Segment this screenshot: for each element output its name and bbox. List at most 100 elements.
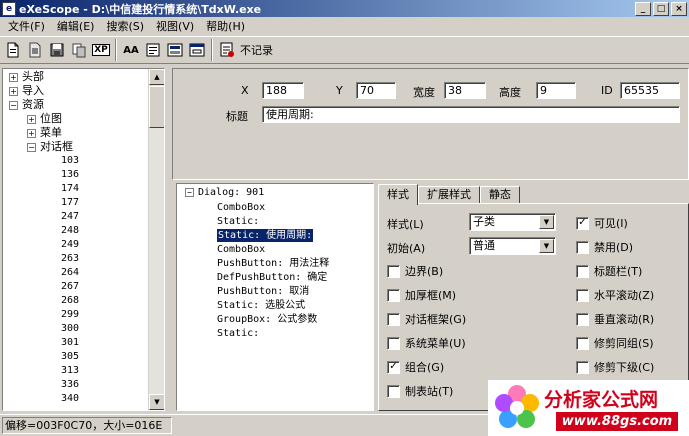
expand-icon[interactable]: + — [9, 86, 18, 96]
style-checkbox[interactable]: 加厚框(M) — [387, 287, 456, 303]
expand-icon[interactable]: + — [27, 114, 36, 124]
menu-file[interactable]: 文件(F) — [2, 18, 51, 34]
tree-leaf-dialog[interactable]: 247 — [61, 210, 79, 224]
tree-leaf-dialog[interactable]: 305 — [61, 350, 79, 364]
checkbox-box[interactable] — [576, 312, 589, 326]
tree-leaf-dialog[interactable]: 336 — [61, 378, 79, 392]
checkbox-box[interactable] — [387, 336, 400, 350]
chevron-down-icon[interactable]: ▼ — [539, 215, 554, 229]
dialog-control-item[interactable]: ComboBox — [217, 201, 265, 214]
style-checkbox[interactable]: 系统菜单(U) — [387, 335, 466, 351]
menu-edit[interactable]: 编辑(E) — [51, 18, 101, 34]
minimize-button[interactable]: _ — [635, 1, 651, 16]
tree-leaf-dialog[interactable]: 103 — [61, 154, 79, 168]
close-button[interactable]: × — [671, 1, 687, 16]
tree-leaf-dialog[interactable]: 136 — [61, 168, 79, 182]
record-toggle-label[interactable]: 不记录 — [240, 42, 273, 58]
id-field[interactable]: 65535 — [620, 82, 680, 99]
x-field[interactable]: 188 — [262, 82, 304, 99]
record-icon[interactable] — [216, 39, 238, 61]
tree-node-menus[interactable]: + 菜单 — [27, 126, 62, 140]
style-checkbox[interactable]: 制表站(T) — [387, 383, 453, 399]
tree-leaf-dialog[interactable]: 300 — [61, 322, 79, 336]
dialog-control-item[interactable]: Static: 选股公式 — [217, 299, 305, 312]
scroll-thumb[interactable] — [149, 86, 164, 128]
style-checkbox[interactable]: ✓ 可见(I) — [576, 215, 628, 231]
scroll-down-button[interactable]: ▼ — [149, 394, 164, 410]
resource-tree[interactable]: + 头部 + 导入 − 资源 + 位图 + 菜单 − 对话框 103 136 174 177 247… — [2, 68, 165, 411]
dialog-control-item[interactable]: ComboBox — [217, 243, 265, 256]
tab-ext-style[interactable]: 扩展样式 — [418, 186, 480, 204]
checkbox-box[interactable] — [576, 240, 589, 254]
dialog-icon[interactable] — [186, 39, 208, 61]
title-field[interactable]: 使用周期: — [262, 106, 680, 123]
dialog-control-item[interactable]: Static: 使用周期: — [215, 228, 315, 243]
tree-node-bitmaps[interactable]: + 位图 — [27, 112, 62, 126]
style-checkbox[interactable]: 垂直滚动(R) — [576, 311, 654, 327]
tab-static[interactable]: 静态 — [480, 186, 520, 204]
style-checkbox[interactable]: 水平滚动(Z) — [576, 287, 654, 303]
checkbox-box[interactable] — [576, 288, 589, 302]
tree-leaf-dialog[interactable]: 263 — [61, 252, 79, 266]
dialog-control-item[interactable]: GroupBox: 公式参数 — [217, 313, 317, 326]
tree-leaf-dialog[interactable]: 313 — [61, 364, 79, 378]
tree-node-imports[interactable]: + 导入 — [9, 84, 44, 98]
collapse-icon[interactable]: − — [27, 142, 36, 152]
checkbox-box[interactable] — [576, 264, 589, 278]
collapse-icon[interactable]: − — [9, 100, 18, 110]
tree-leaf-dialog[interactable]: 299 — [61, 308, 79, 322]
menu-search[interactable]: 搜索(S) — [100, 18, 150, 34]
chevron-down-icon[interactable]: ▼ — [539, 239, 554, 253]
tree-leaf-dialog[interactable]: 174 — [61, 182, 79, 196]
style-checkbox[interactable]: 对话框架(G) — [387, 311, 466, 327]
xp-icon[interactable]: XP — [90, 39, 112, 61]
title-bar[interactable]: e eXeScope - D:\中信建投行情系统\TdxW.exe _ □ × — [0, 0, 689, 17]
init-select[interactable]: 普通 ▼ — [469, 237, 556, 255]
checkbox-box[interactable] — [387, 312, 400, 326]
expand-icon[interactable]: + — [27, 128, 36, 138]
dialog-control-item[interactable]: PushButton: 取消 — [217, 285, 309, 298]
checkbox-box[interactable] — [387, 264, 400, 278]
maximize-button[interactable]: □ — [653, 1, 669, 16]
dialog-control-tree[interactable]: − Dialog: 901 ComboBox Static: Static: 使用周期… — [176, 183, 374, 411]
image-icon[interactable] — [164, 39, 186, 61]
tree-leaf-dialog[interactable]: 248 — [61, 224, 79, 238]
tree-node-resources[interactable]: − 资源 — [9, 98, 44, 112]
width-field[interactable]: 38 — [444, 82, 486, 99]
style-checkbox[interactable]: 边界(B) — [387, 263, 443, 279]
checkbox-box[interactable] — [387, 384, 400, 398]
tree-leaf-dialog[interactable]: 249 — [61, 238, 79, 252]
dialog-control-item[interactable]: PushButton: 用法注释 — [217, 257, 329, 270]
style-checkbox[interactable]: 禁用(D) — [576, 239, 633, 255]
tree-node-header[interactable]: + 头部 — [9, 70, 44, 84]
dialog-root-node[interactable]: − Dialog: 901 — [185, 186, 264, 199]
checkbox-box[interactable] — [576, 360, 589, 374]
copy-icon[interactable] — [68, 39, 90, 61]
checkbox-box[interactable] — [576, 336, 589, 350]
tree-leaf-dialog[interactable]: 267 — [61, 280, 79, 294]
open-file-icon[interactable] — [24, 39, 46, 61]
height-field[interactable]: 9 — [536, 82, 576, 99]
y-field[interactable]: 70 — [356, 82, 396, 99]
scroll-up-button[interactable]: ▲ — [149, 69, 164, 85]
style-checkbox[interactable]: 修剪下级(C) — [576, 359, 654, 375]
tree-leaf-dialog[interactable]: 340 — [61, 392, 79, 406]
tree-scrollbar[interactable]: ▲ ▼ — [148, 69, 164, 410]
tree-leaf-dialog[interactable]: 264 — [61, 266, 79, 280]
dialog-control-item[interactable]: Static: — [217, 327, 259, 340]
tree-leaf-dialog[interactable]: 177 — [61, 196, 79, 210]
tree-node-dialogs[interactable]: − 对话框 — [27, 140, 73, 154]
tree-leaf-dialog[interactable]: 301 — [61, 336, 79, 350]
style-checkbox[interactable]: 修剪同组(S) — [576, 335, 654, 351]
save-icon[interactable] — [46, 39, 68, 61]
font-icon[interactable]: AA — [120, 39, 142, 61]
expand-icon[interactable]: + — [9, 72, 18, 82]
dialog-control-item[interactable]: Static: — [217, 215, 259, 228]
checkbox-box[interactable]: ✓ — [576, 216, 589, 230]
collapse-icon[interactable]: − — [185, 187, 194, 197]
checkbox-box[interactable] — [387, 288, 400, 302]
dialog-control-item[interactable]: DefPushButton: 确定 — [217, 271, 327, 284]
export-icon[interactable] — [142, 39, 164, 61]
tab-style[interactable]: 样式 — [378, 184, 418, 205]
style-select[interactable]: 子类 ▼ — [469, 213, 556, 231]
